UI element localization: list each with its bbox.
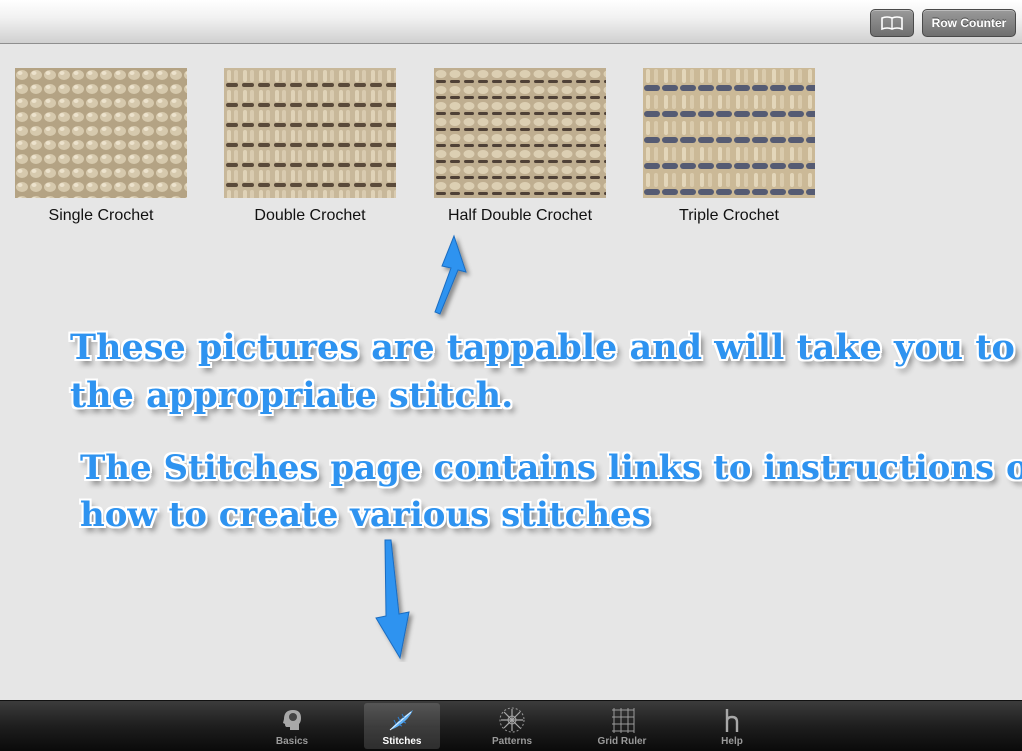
tab-grid-ruler[interactable]: Grid Ruler (584, 703, 660, 749)
snowflake-pattern-icon (497, 706, 527, 734)
grid-ruler-icon (607, 706, 637, 734)
book-icon (881, 16, 903, 31)
bookmarks-button[interactable] (870, 9, 914, 37)
annotation-stitches-page: The Stitches page contains links to inst… (80, 445, 1022, 539)
annotation-line: how to create various stitches (80, 495, 651, 535)
stitch-triple-crochet[interactable]: Triple Crochet (643, 68, 815, 225)
stitch-label: Single Crochet (48, 207, 154, 224)
stitch-half-double-crochet[interactable]: Half Double Crochet (434, 68, 606, 225)
help-h-icon (717, 706, 747, 734)
single-crochet-image[interactable] (15, 68, 187, 198)
tab-label: Stitches (382, 736, 422, 747)
navigation-bar: Row Counter (0, 0, 1022, 44)
tab-basics[interactable]: Basics (254, 703, 330, 749)
annotation-line: the appropriate stitch. (70, 375, 514, 416)
row-counter-button[interactable]: Row Counter (922, 9, 1016, 37)
half-double-crochet-image[interactable] (434, 68, 606, 198)
head-icon (277, 706, 307, 734)
stitch-label: Triple Crochet (679, 207, 779, 224)
annotation-arrow-up (434, 234, 467, 315)
tab-stitches[interactable]: Stitches (364, 703, 440, 749)
tab-help[interactable]: Help (694, 703, 770, 749)
tab-bar: Basics Stitches Patterns Grid Ruler Help (0, 700, 1022, 751)
tab-label: Basics (275, 736, 309, 747)
triple-crochet-image[interactable] (643, 68, 815, 198)
double-crochet-image[interactable] (224, 68, 396, 198)
stitch-label: Double Crochet (254, 207, 366, 224)
annotation-line: The Stitches page contains links to inst… (80, 448, 1022, 488)
annotation-line: These pictures are tappable and will tak… (70, 327, 1015, 368)
stitch-single-crochet[interactable]: Single Crochet (15, 68, 187, 225)
annotation-tappable-pictures: These pictures are tappable and will tak… (70, 324, 1015, 420)
tab-patterns[interactable]: Patterns (474, 703, 550, 749)
feather-icon (387, 706, 417, 734)
stitch-label: Half Double Crochet (447, 207, 593, 224)
stitch-double-crochet[interactable]: Double Crochet (224, 68, 396, 225)
tab-label: Grid Ruler (597, 736, 647, 747)
tab-label: Patterns (491, 736, 532, 747)
annotation-arrow-down (375, 539, 410, 660)
tab-label: Help (721, 736, 743, 747)
